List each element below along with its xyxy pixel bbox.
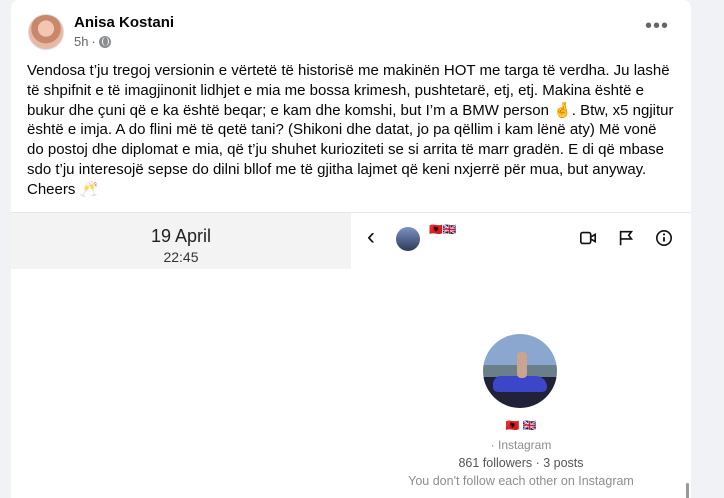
- facebook-post-card: Anisa Kostani 5h · ••• Vendosa t’ju treg…: [11, 0, 691, 498]
- post-meta: 5h ·: [74, 34, 111, 49]
- scrollbar[interactable]: [686, 483, 689, 498]
- header-flags: 🇦🇱🇬🇧: [429, 224, 457, 236]
- screenshot-date: 19 April: [150, 226, 212, 246]
- instagram-source: · Instagram: [490, 438, 552, 452]
- date-band: 19 April 22:45: [11, 213, 351, 269]
- screenshot-time: 22:45: [163, 249, 199, 265]
- instagram-chat-screenshot: ‹ 🇦🇱🇬🇧 🇦�: [351, 213, 691, 498]
- instagram-stats: 861 followers · 3 posts: [458, 456, 584, 470]
- globe-icon: [98, 35, 111, 48]
- post-media[interactable]: 19 April 22:45 ‹ 🇦🇱🇬🇧 🇦🇱 🇬🇧 · Instagram …: [11, 212, 691, 498]
- flag-icon: [619, 230, 634, 246]
- person-shape: [517, 352, 527, 378]
- video-call-icon: [579, 231, 597, 245]
- profile-flags: 🇦🇱 🇬🇧: [505, 420, 537, 432]
- post-text: Vendosa t’ju tregoj versionin e vërtetë …: [27, 62, 674, 198]
- instagram-profile-avatar: [483, 334, 557, 408]
- screenshot-left: 19 April 22:45: [11, 213, 351, 498]
- author-name[interactable]: Anisa Kostani: [74, 14, 174, 31]
- info-icon: [655, 229, 673, 247]
- car-shape: [493, 376, 547, 392]
- more-options-icon[interactable]: •••: [645, 16, 669, 36]
- post-time[interactable]: 5h: [74, 34, 88, 49]
- back-icon: ‹: [367, 223, 375, 250]
- author-avatar[interactable]: [28, 14, 64, 50]
- follow-status: You don't follow each other on Instagram: [408, 474, 634, 488]
- chat-header-icons: [579, 229, 673, 247]
- instagram-small-avatar: [396, 227, 420, 251]
